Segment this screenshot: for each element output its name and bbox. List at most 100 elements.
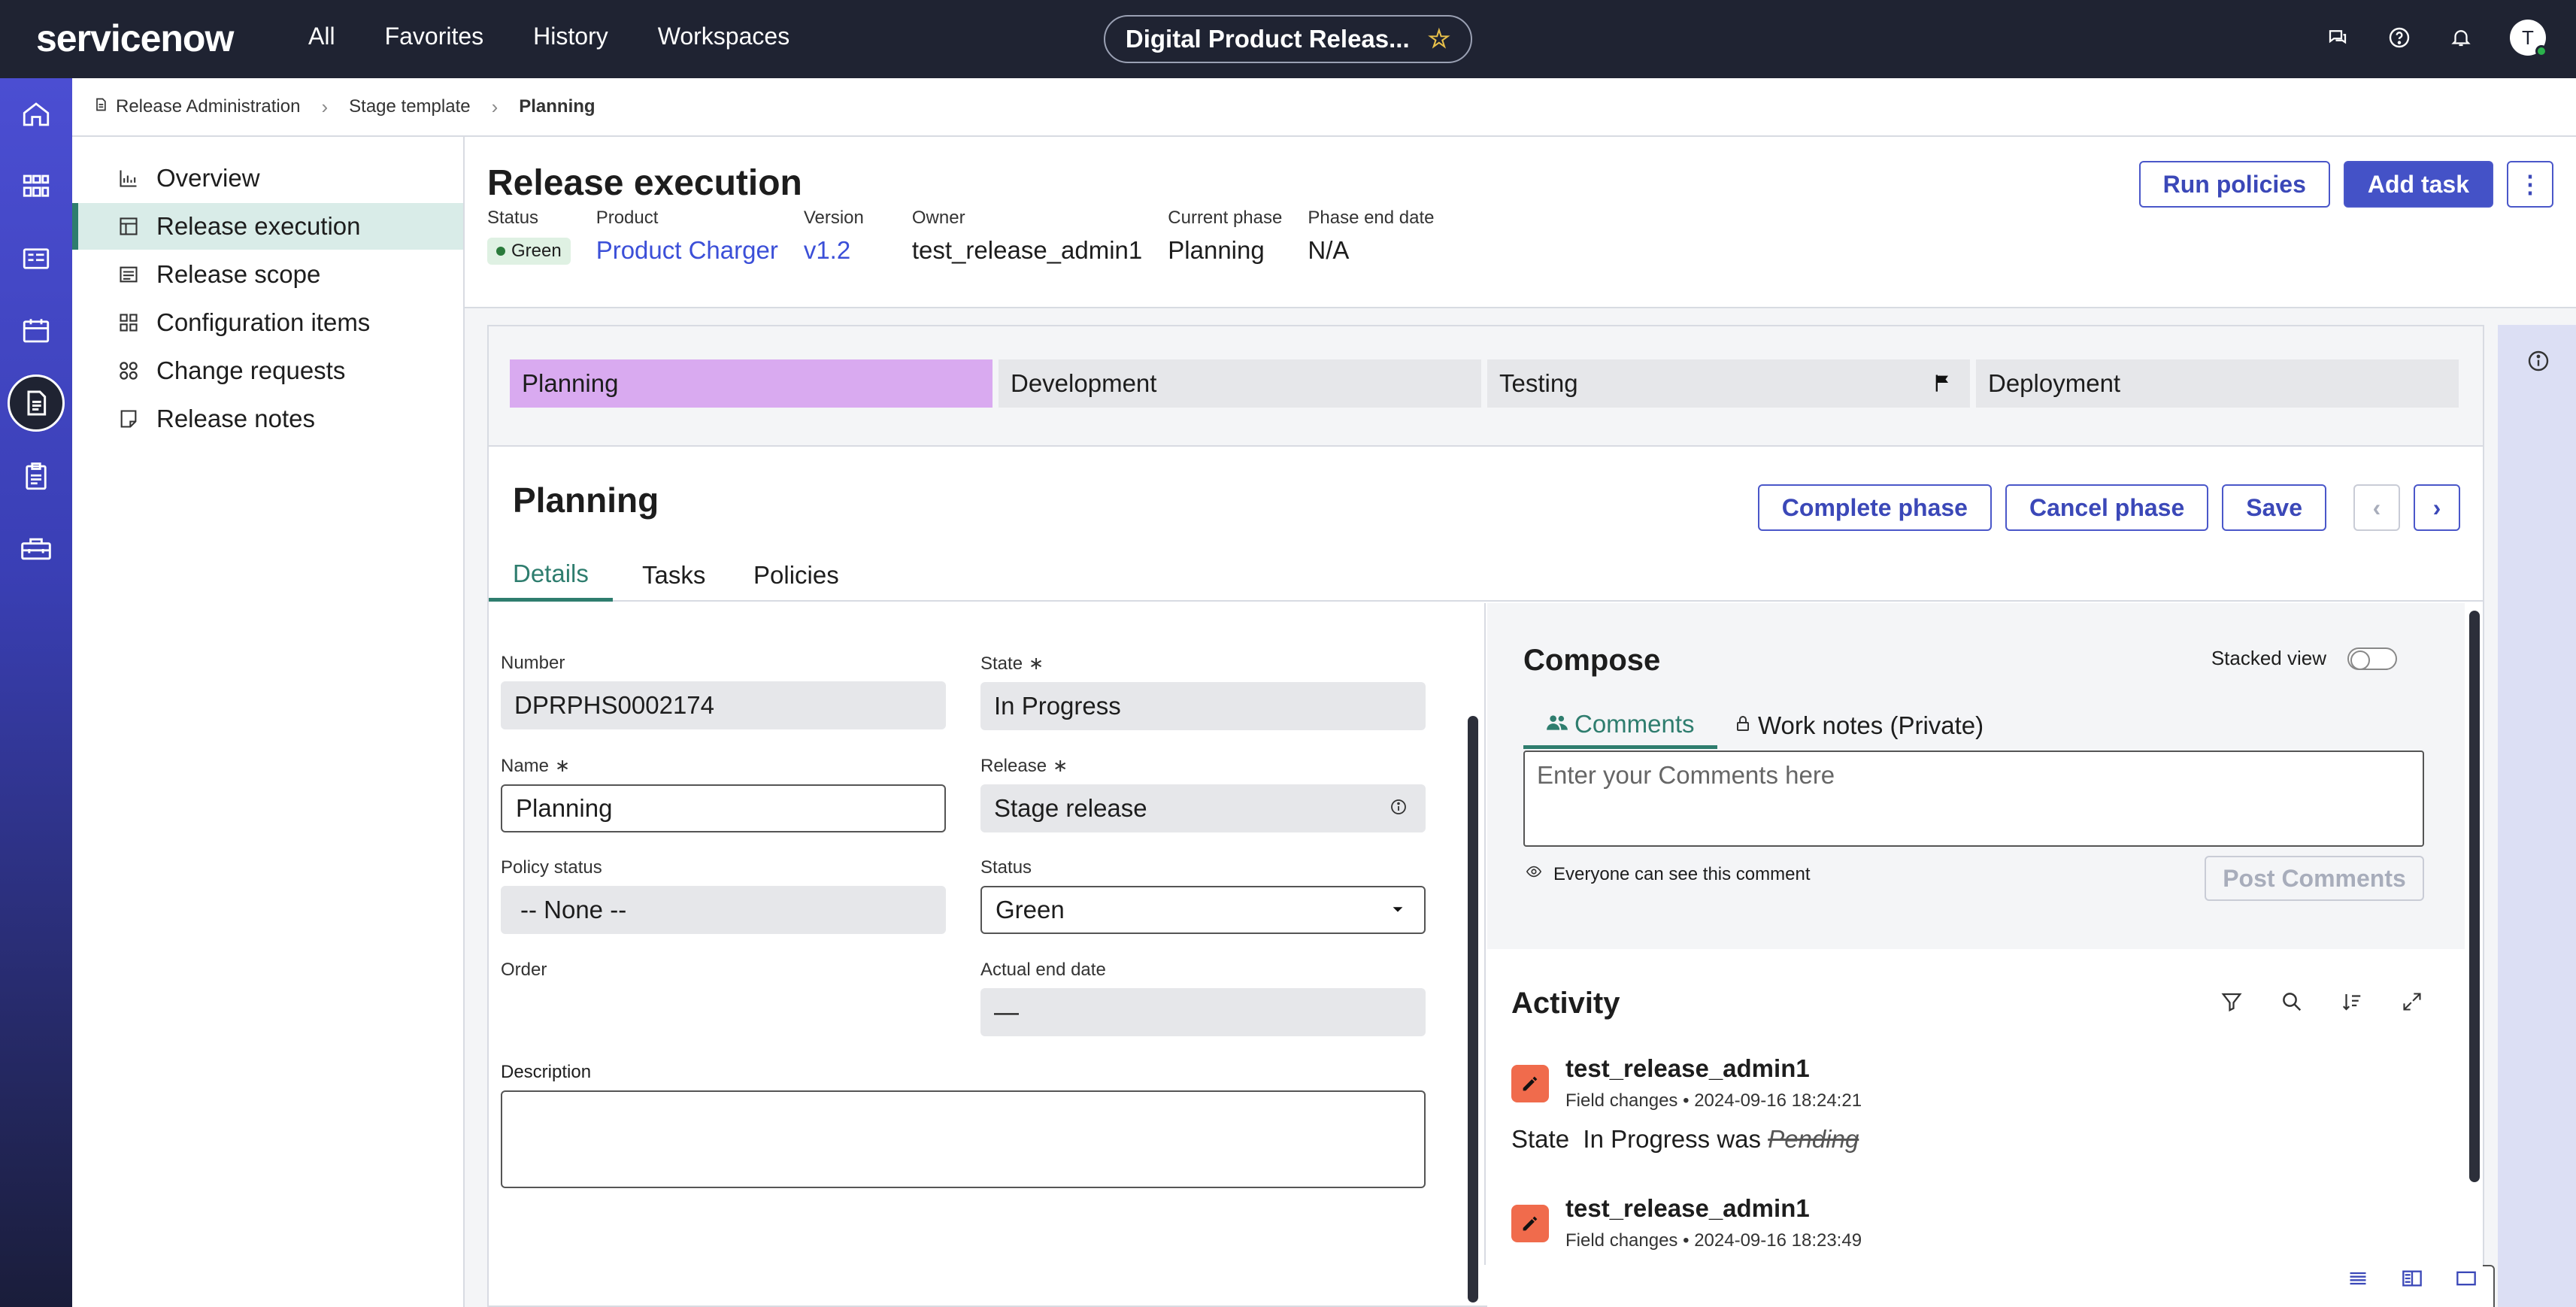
nav-history[interactable]: History	[533, 23, 608, 50]
bell-icon[interactable]	[2448, 25, 2474, 50]
post-comments-button[interactable]: Post Comments	[2205, 856, 2424, 901]
list-view-icon[interactable]	[17, 239, 56, 278]
more-options-button[interactable]: ⋮	[2507, 161, 2553, 208]
status-select[interactable]: Green	[980, 886, 1426, 934]
page-title: Release execution	[487, 163, 802, 203]
info-panel	[2498, 325, 2576, 1307]
filter-icon[interactable]	[2220, 990, 2244, 1014]
sidebar-item-configuration-items[interactable]: Configuration items	[72, 299, 463, 346]
state-field: State ∗ In Progress	[980, 653, 1426, 730]
servicenow-logo[interactable]: servicenow	[36, 17, 234, 60]
release-label-text: Release	[980, 756, 1047, 776]
info-icon[interactable]	[1390, 798, 1408, 821]
activity-entry: test_release_admin1 Field changes • 2024…	[1511, 1194, 2429, 1269]
sort-icon[interactable]	[2340, 990, 2364, 1014]
info-icon[interactable]	[2526, 349, 2550, 377]
product-field: Product Product Charger	[596, 208, 778, 265]
state-label: State ∗	[980, 653, 1426, 675]
home-icon[interactable]	[17, 95, 56, 134]
product-link[interactable]: Product Charger	[596, 236, 778, 265]
split-layout-icon[interactable]	[2400, 1268, 2424, 1293]
tab-work-notes[interactable]: Work notes (Private)	[1711, 702, 2006, 749]
tab-comments[interactable]: Comments	[1523, 702, 1717, 749]
save-button[interactable]: Save	[2222, 484, 2326, 531]
expand-icon[interactable]	[2400, 990, 2424, 1014]
next-button[interactable]: ›	[2414, 484, 2460, 531]
activity-type: Field changes	[1565, 1090, 1678, 1111]
nav-favorites[interactable]: Favorites	[385, 23, 484, 50]
policy-status-input: -- None --	[501, 886, 946, 934]
chevron-right-icon: ›	[321, 95, 329, 118]
search-icon[interactable]	[2280, 990, 2304, 1014]
activity-section: Activity test_release_admin1 Field chang…	[1487, 949, 2465, 1307]
sidebar-item-change-requests[interactable]: Change requests	[72, 347, 463, 394]
change-new-value: In Progress	[1583, 1125, 1711, 1153]
sidebar-item-release-scope[interactable]: Release scope	[72, 251, 463, 298]
status-label: Status	[487, 208, 539, 228]
run-policies-button[interactable]: Run policies	[2138, 161, 2330, 208]
description-label: Description	[501, 1062, 592, 1082]
help-icon[interactable]	[2387, 25, 2412, 50]
breadcrumb-item-release-admin[interactable]: Release Administration	[116, 96, 300, 117]
status-field: Status Green	[980, 857, 1426, 934]
description-textarea[interactable]	[501, 1090, 1426, 1188]
sidebar-item-label: Configuration items	[156, 308, 371, 336]
state-input: In Progress	[980, 682, 1426, 730]
actual-end-date-field: Actual end date —	[980, 960, 1426, 1036]
activity-title: Activity	[1511, 987, 1620, 1020]
state-label-text: State	[980, 654, 1023, 674]
star-icon[interactable]: ☆	[1428, 24, 1450, 54]
activity-panel: Compose Stacked view Comments Work notes…	[1487, 603, 2483, 1307]
previous-button[interactable]: ‹	[2353, 484, 2400, 531]
change-old-value: Pending	[1768, 1125, 1859, 1153]
actual-end-date-label: Actual end date	[980, 960, 1106, 980]
description-field: Description	[501, 1062, 1426, 1188]
calendar-icon[interactable]	[17, 311, 56, 350]
stage-testing[interactable]: Testing	[1487, 359, 1970, 408]
activity-scrollbar[interactable]	[2469, 611, 2480, 1182]
number-label: Number	[501, 653, 565, 673]
tab-tasks[interactable]: Tasks	[618, 549, 729, 602]
stacked-view-toggle[interactable]	[2347, 647, 2397, 670]
version-link[interactable]: v1.2	[804, 236, 864, 265]
cancel-phase-button[interactable]: Cancel phase	[2005, 484, 2209, 531]
activity-user[interactable]: test_release_admin1	[1565, 1054, 1810, 1083]
toolbox-icon[interactable]	[17, 529, 56, 569]
tab-policies[interactable]: Policies	[729, 549, 863, 602]
sidebar-item-release-notes[interactable]: Release notes	[72, 396, 463, 442]
breadcrumb-item-stage-template[interactable]: Stage template	[349, 96, 470, 117]
eye-icon	[1523, 863, 1544, 885]
activity-time: 2024-09-16 18:24:21	[1694, 1090, 1862, 1111]
add-task-button[interactable]: Add task	[2343, 161, 2493, 208]
document-icon[interactable]	[8, 375, 65, 432]
stage-deployment[interactable]: Deployment	[1976, 359, 2459, 408]
clipboard-icon[interactable]	[17, 457, 56, 496]
online-status-dot	[2535, 45, 2547, 57]
name-input[interactable]: Planning	[501, 784, 946, 832]
name-field: Name ∗ Planning	[501, 755, 946, 832]
stage-planning[interactable]: Planning	[510, 359, 993, 408]
product-label: Product	[596, 208, 659, 228]
activity-meta: Field changes • 2024-09-16 18:23:49	[1565, 1230, 1862, 1251]
single-layout-icon[interactable]	[2454, 1268, 2478, 1293]
pencil-icon	[1511, 1065, 1549, 1102]
required-icon: ∗	[1029, 654, 1044, 674]
stage-development[interactable]: Development	[999, 359, 1481, 408]
nav-workspaces[interactable]: Workspaces	[658, 23, 789, 50]
dashboard-icon[interactable]	[17, 167, 56, 206]
note-icon	[117, 408, 140, 430]
sidebar-item-release-execution[interactable]: Release execution	[72, 203, 463, 250]
activity-user[interactable]: test_release_admin1	[1565, 1194, 1810, 1223]
change-field: State	[1511, 1125, 1570, 1153]
chat-icon[interactable]	[2325, 25, 2350, 50]
required-icon: ∗	[555, 756, 571, 776]
tab-details[interactable]: Details	[489, 549, 613, 602]
list-layout-icon[interactable]	[2346, 1268, 2370, 1293]
context-pill[interactable]: Digital Product Releas... ☆	[1104, 15, 1472, 63]
user-avatar[interactable]: T	[2510, 20, 2547, 57]
form-scrollbar[interactable]	[1468, 716, 1478, 1302]
sidebar-item-overview[interactable]: Overview	[72, 155, 463, 202]
nav-all[interactable]: All	[308, 23, 335, 50]
complete-phase-button[interactable]: Complete phase	[1757, 484, 1992, 531]
comment-textarea[interactable]: Enter your Comments here	[1523, 751, 2424, 847]
